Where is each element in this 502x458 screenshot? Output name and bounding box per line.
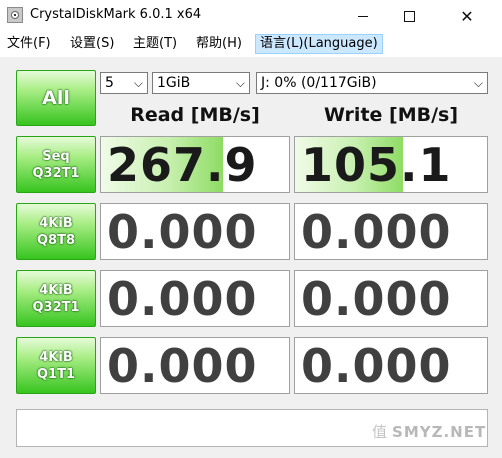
title-bar: CrystalDiskMark 6.0.1 x64 ✕ (0, 0, 502, 32)
4kib-q1t1-read-result: 0.000 (100, 337, 290, 394)
write-score-value: 105.1 (301, 137, 452, 192)
4kib-q8t8-write-result: 0.000 (294, 203, 488, 260)
test-name-line1: 4KiB (39, 349, 73, 365)
menu-theme[interactable]: 主题(T) (129, 34, 181, 54)
menu-help[interactable]: 帮助(H) (192, 34, 246, 54)
4kib-q8t8-read-result: 0.000 (100, 203, 290, 260)
seq-q32t1-button[interactable]: Seq Q32T1 (16, 136, 96, 193)
test-name-line1: 4KiB (39, 215, 73, 231)
write-score-value: 0.000 (301, 204, 452, 259)
4kib-q1t1-write-result: 0.000 (294, 337, 488, 394)
read-score-value: 0.000 (107, 338, 258, 393)
test-size-select[interactable]: 1GiB ⌵ (152, 72, 250, 94)
chevron-down-icon: ⌵ (473, 76, 483, 90)
minimize-icon (358, 15, 368, 17)
menu-file[interactable]: 文件(F) (3, 34, 55, 54)
test-name-line1: Seq (42, 148, 70, 164)
4kib-q32t1-button[interactable]: 4KiB Q32T1 (16, 270, 96, 327)
test-name-line1: 4KiB (39, 282, 73, 298)
drive-select[interactable]: J: 0% (0/117GiB) ⌵ (256, 72, 488, 94)
menu-settings[interactable]: 设置(S) (66, 34, 118, 54)
maximize-icon (403, 10, 415, 22)
close-button[interactable]: ✕ (432, 0, 502, 32)
write-column-header: Write [MB/s] (323, 104, 459, 126)
menu-bar: 文件(F) 设置(S) 主题(T) 帮助(H) 语言(L)(Language) (0, 32, 502, 56)
chevron-down-icon: ⌵ (235, 76, 245, 90)
test-name-line2: Q32T1 (32, 299, 80, 315)
seq-q32t1-write-result: 105.1 (294, 136, 488, 193)
write-score-value: 0.000 (301, 338, 452, 393)
window-title: CrystalDiskMark 6.0.1 x64 (30, 7, 202, 22)
test-name-line2: Q1T1 (36, 366, 75, 382)
write-score-value: 0.000 (301, 271, 452, 326)
chevron-down-icon: ⌵ (133, 76, 143, 90)
app-disk-icon (7, 7, 23, 23)
test-count-select[interactable]: 5 ⌵ (100, 72, 148, 94)
run-all-button[interactable]: All (16, 70, 96, 126)
read-score-value: 0.000 (107, 204, 258, 259)
read-column-header: Read [MB/s] (130, 104, 260, 126)
4kib-q32t1-write-result: 0.000 (294, 270, 488, 327)
test-name-line2: Q8T8 (36, 232, 75, 248)
minimize-button[interactable] (340, 0, 386, 32)
4kib-q1t1-button[interactable]: 4KiB Q1T1 (16, 337, 96, 394)
close-icon: ✕ (460, 6, 474, 26)
read-score-value: 267.9 (107, 137, 258, 192)
drive-value: J: 0% (0/117GiB) (261, 75, 377, 91)
watermark-text: SMYZ.NET (392, 423, 487, 441)
watermark-logo-icon: 值 (372, 423, 389, 441)
test-size-value: 1GiB (157, 75, 191, 91)
site-watermark: 值 SMYZ.NET (372, 421, 486, 442)
test-name-line2: Q32T1 (32, 165, 80, 181)
4kib-q8t8-button[interactable]: 4KiB Q8T8 (16, 203, 96, 260)
4kib-q32t1-read-result: 0.000 (100, 270, 290, 327)
read-score-value: 0.000 (107, 271, 258, 326)
main-panel: All 5 ⌵ 1GiB ⌵ J: 0% (0/117GiB) ⌵ Read [… (0, 57, 502, 458)
seq-q32t1-read-result: 267.9 (100, 136, 290, 193)
test-count-value: 5 (105, 75, 114, 91)
maximize-button[interactable] (386, 0, 432, 32)
menu-language[interactable]: 语言(L)(Language) (255, 34, 383, 54)
